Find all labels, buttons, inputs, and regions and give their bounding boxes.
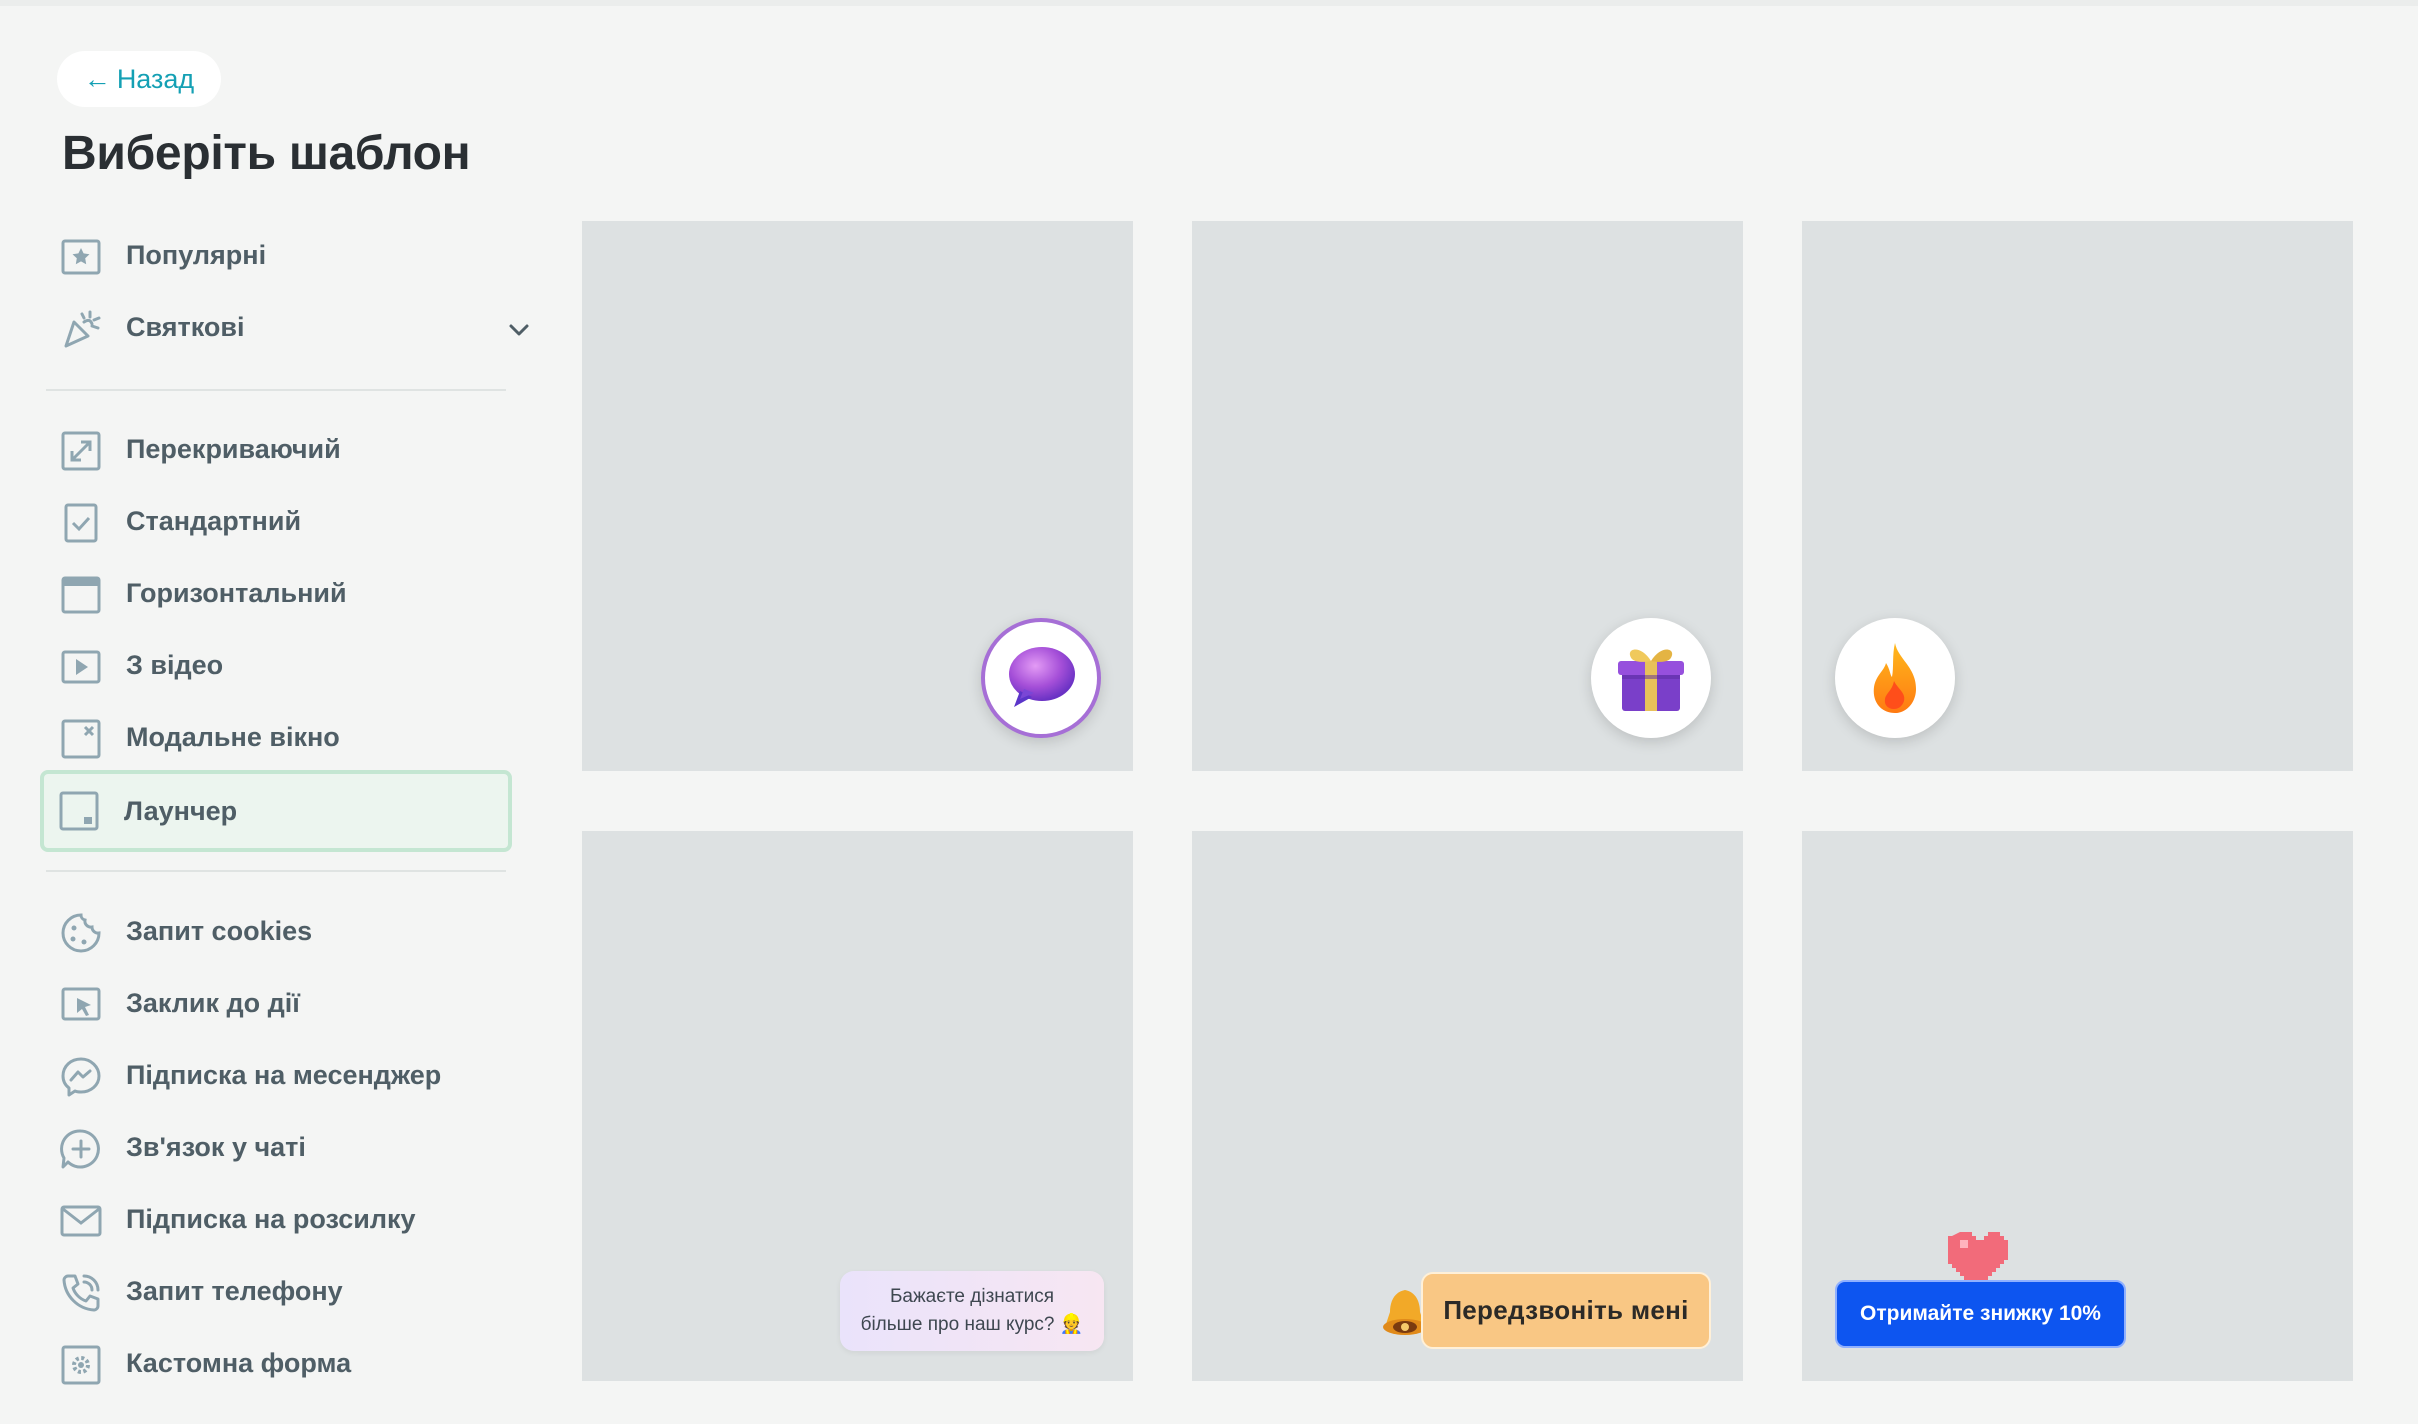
sidebar-divider <box>46 389 506 391</box>
sidebar-item-launcher[interactable]: Лаунчер <box>40 770 512 852</box>
sidebar-item-standard[interactable]: Стандартний <box>42 486 510 558</box>
sidebar-item-label: Модальне вікно <box>126 722 340 752</box>
expand-icon <box>60 430 102 472</box>
sidebar-item-modal[interactable]: Модальне вікно <box>42 702 510 774</box>
bubble-line-1: Бажаєте дізнатися <box>889 1286 1055 1307</box>
sidebar-item-call-to-action[interactable]: Заклик до дії <box>42 968 510 1040</box>
gift-launcher-button <box>1591 618 1711 738</box>
sidebar-item-horizontal[interactable]: Горизонтальний <box>42 558 510 630</box>
phone-icon <box>60 1272 102 1314</box>
sidebar-item-newsletter[interactable]: Підписка на розсилку <box>42 1184 510 1256</box>
sidebar-item-custom-form[interactable]: Кастомна форма <box>42 1328 510 1400</box>
messenger-icon <box>60 1056 102 1098</box>
gift-icon <box>1618 649 1684 711</box>
chevron-down-icon[interactable] <box>507 320 531 340</box>
sidebar-item-label: Горизонтальний <box>126 578 347 608</box>
gear-icon <box>60 1344 102 1386</box>
pixel-heart-icon <box>1944 1228 2012 1288</box>
sidebar-item-label: Святкові <box>126 312 245 342</box>
sidebar-item-label: Підписка на месенджер <box>126 1060 442 1090</box>
star-icon <box>60 236 102 278</box>
video-play-icon <box>60 646 102 688</box>
sidebar-item-overlay[interactable]: Перекриваючий <box>42 414 510 486</box>
chat-plus-icon <box>60 1128 102 1170</box>
fire-icon <box>1873 643 1916 713</box>
sidebar-item-label: Запит cookies <box>126 916 313 946</box>
bubble-line-2: більше про наш курс? 👷 <box>860 1314 1084 1335</box>
sidebar-item-label: Перекриваючий <box>126 434 341 464</box>
sidebar-item-cookies[interactable]: Запит cookies <box>42 896 510 968</box>
sidebar-item-holiday[interactable]: Святкові <box>42 292 529 364</box>
course-question-bubble: Бажаєте дізнатися більше про наш курс? 👷 <box>840 1271 1104 1351</box>
sidebar-item-label: Запит телефону <box>126 1276 343 1306</box>
sidebar-item-with-video[interactable]: З відео <box>42 630 510 702</box>
chat-bubble-icon <box>1009 647 1075 707</box>
sidebar-item-phone[interactable]: Запит телефону <box>42 1256 510 1328</box>
sidebar-item-chat[interactable]: Зв'язок у чаті <box>42 1112 510 1184</box>
sidebar-item-label: Лаунчер <box>124 796 238 826</box>
sidebar-item-popular[interactable]: Популярні <box>42 220 510 292</box>
sidebar-item-messenger[interactable]: Підписка на месенджер <box>42 1040 510 1112</box>
cookie-icon <box>60 912 102 954</box>
sidebar-divider <box>46 870 506 872</box>
call-me-button: Передзвоніть мені <box>1421 1272 1711 1349</box>
horizontal-bar-icon <box>60 574 102 616</box>
template-category-sidebar: Популярні Святкові Перекриваючий Стандар… <box>0 0 530 1424</box>
fire-launcher-button <box>1835 618 1955 738</box>
discount-button: Отримайте знижку 10% <box>1835 1280 2126 1348</box>
sidebar-item-label: З відео <box>126 650 224 680</box>
envelope-icon <box>60 1200 102 1242</box>
party-popper-icon <box>60 308 102 350</box>
cursor-click-icon <box>60 984 102 1026</box>
launcher-icon <box>58 790 100 832</box>
sidebar-item-label: Кастомна форма <box>126 1348 352 1378</box>
sidebar-item-label: Популярні <box>126 240 267 270</box>
sidebar-item-label: Заклик до дії <box>126 988 300 1018</box>
sidebar-item-label: Зв'язок у чаті <box>126 1132 306 1162</box>
checkbox-icon <box>60 502 102 544</box>
sidebar-item-label: Стандартний <box>126 506 302 536</box>
chat-launcher-button <box>981 618 1101 738</box>
sidebar-item-label: Підписка на розсилку <box>126 1204 416 1234</box>
modal-close-icon <box>60 718 102 760</box>
